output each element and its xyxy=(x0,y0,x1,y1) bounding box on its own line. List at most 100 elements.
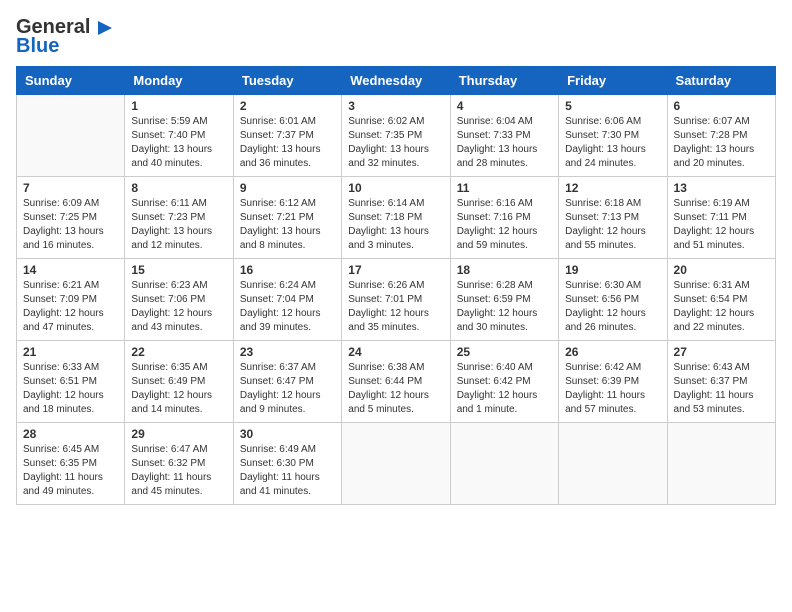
day-number: 14 xyxy=(23,263,118,277)
calendar-cell xyxy=(667,423,775,505)
day-number: 19 xyxy=(565,263,660,277)
day-info: Sunrise: 6:01 AM Sunset: 7:37 PM Dayligh… xyxy=(240,115,335,171)
day-info: Sunrise: 6:42 AM Sunset: 6:39 PM Dayligh… xyxy=(565,361,660,417)
col-header-thursday: Thursday xyxy=(450,67,558,95)
day-info: Sunrise: 6:40 AM Sunset: 6:42 PM Dayligh… xyxy=(457,361,552,417)
day-info: Sunrise: 6:18 AM Sunset: 7:13 PM Dayligh… xyxy=(565,197,660,253)
calendar-cell: 28 Sunrise: 6:45 AM Sunset: 6:35 PM Dayli… xyxy=(17,423,125,505)
col-header-friday: Friday xyxy=(559,67,667,95)
day-number: 21 xyxy=(23,345,118,359)
calendar-cell: 26 Sunrise: 6:42 AM Sunset: 6:39 PM Dayli… xyxy=(559,341,667,423)
day-number: 1 xyxy=(131,99,226,113)
day-info: Sunrise: 6:37 AM Sunset: 6:47 PM Dayligh… xyxy=(240,361,335,417)
day-number: 3 xyxy=(348,99,443,113)
day-number: 26 xyxy=(565,345,660,359)
calendar-cell: 10 Sunrise: 6:14 AM Sunset: 7:18 PM Dayli… xyxy=(342,177,450,259)
day-info: Sunrise: 6:47 AM Sunset: 6:32 PM Dayligh… xyxy=(131,443,226,499)
day-info: Sunrise: 6:35 AM Sunset: 6:49 PM Dayligh… xyxy=(131,361,226,417)
day-info: Sunrise: 6:04 AM Sunset: 7:33 PM Dayligh… xyxy=(457,115,552,171)
col-header-wednesday: Wednesday xyxy=(342,67,450,95)
day-number: 8 xyxy=(131,181,226,195)
day-number: 4 xyxy=(457,99,552,113)
day-number: 29 xyxy=(131,427,226,441)
calendar-cell: 21 Sunrise: 6:33 AM Sunset: 6:51 PM Dayli… xyxy=(17,341,125,423)
calendar-cell: 16 Sunrise: 6:24 AM Sunset: 7:04 PM Dayli… xyxy=(233,259,341,341)
day-number: 7 xyxy=(23,181,118,195)
day-info: Sunrise: 6:26 AM Sunset: 7:01 PM Dayligh… xyxy=(348,279,443,335)
day-info: Sunrise: 5:59 AM Sunset: 7:40 PM Dayligh… xyxy=(131,115,226,171)
day-info: Sunrise: 6:16 AM Sunset: 7:16 PM Dayligh… xyxy=(457,197,552,253)
calendar-cell: 13 Sunrise: 6:19 AM Sunset: 7:11 PM Dayli… xyxy=(667,177,775,259)
day-info: Sunrise: 6:49 AM Sunset: 6:30 PM Dayligh… xyxy=(240,443,335,499)
calendar-cell: 25 Sunrise: 6:40 AM Sunset: 6:42 PM Dayli… xyxy=(450,341,558,423)
day-info: Sunrise: 6:12 AM Sunset: 7:21 PM Dayligh… xyxy=(240,197,335,253)
calendar-cell: 7 Sunrise: 6:09 AM Sunset: 7:25 PM Daylig… xyxy=(17,177,125,259)
calendar-cell xyxy=(342,423,450,505)
calendar-cell: 22Sunrise: 6:35 AM Sunset: 6:49 PM Dayli… xyxy=(125,341,233,423)
calendar-cell: 30 Sunrise: 6:49 AM Sunset: 6:30 PM Dayli… xyxy=(233,423,341,505)
calendar-cell: 12 Sunrise: 6:18 AM Sunset: 7:13 PM Dayli… xyxy=(559,177,667,259)
day-number: 24 xyxy=(348,345,443,359)
calendar-cell xyxy=(559,423,667,505)
calendar-cell xyxy=(450,423,558,505)
day-number: 16 xyxy=(240,263,335,277)
day-info: Sunrise: 6:38 AM Sunset: 6:44 PM Dayligh… xyxy=(348,361,443,417)
day-info: Sunrise: 6:31 AM Sunset: 6:54 PM Dayligh… xyxy=(674,279,769,335)
calendar-cell: 17 Sunrise: 6:26 AM Sunset: 7:01 PM Dayli… xyxy=(342,259,450,341)
calendar-cell: 20 Sunrise: 6:31 AM Sunset: 6:54 PM Dayli… xyxy=(667,259,775,341)
day-info: Sunrise: 6:11 AM Sunset: 7:23 PM Dayligh… xyxy=(131,197,226,253)
day-number: 28 xyxy=(23,427,118,441)
calendar-cell: 2 Sunrise: 6:01 AM Sunset: 7:37 PM Daylig… xyxy=(233,95,341,177)
col-header-tuesday: Tuesday xyxy=(233,67,341,95)
day-number: 13 xyxy=(674,181,769,195)
day-number: 30 xyxy=(240,427,335,441)
logo-arrow-icon xyxy=(94,17,116,39)
day-info: Sunrise: 6:24 AM Sunset: 7:04 PM Dayligh… xyxy=(240,279,335,335)
calendar-cell: 9 Sunrise: 6:12 AM Sunset: 7:21 PM Daylig… xyxy=(233,177,341,259)
calendar-cell: 19 Sunrise: 6:30 AM Sunset: 6:56 PM Dayli… xyxy=(559,259,667,341)
day-number: 10 xyxy=(348,181,443,195)
day-number: 11 xyxy=(457,181,552,195)
calendar-cell: 18Sunrise: 6:28 AM Sunset: 6:59 PM Dayli… xyxy=(450,259,558,341)
day-info: Sunrise: 6:30 AM Sunset: 6:56 PM Dayligh… xyxy=(565,279,660,335)
day-info: Sunrise: 6:02 AM Sunset: 7:35 PM Dayligh… xyxy=(348,115,443,171)
calendar-cell: 15 Sunrise: 6:23 AM Sunset: 7:06 PM Dayli… xyxy=(125,259,233,341)
day-number: 23 xyxy=(240,345,335,359)
day-info: Sunrise: 6:14 AM Sunset: 7:18 PM Dayligh… xyxy=(348,197,443,253)
col-header-sunday: Sunday xyxy=(17,67,125,95)
day-number: 5 xyxy=(565,99,660,113)
day-info: Sunrise: 6:23 AM Sunset: 7:06 PM Dayligh… xyxy=(131,279,226,335)
day-number: 17 xyxy=(348,263,443,277)
day-number: 9 xyxy=(240,181,335,195)
day-number: 25 xyxy=(457,345,552,359)
calendar-cell: 11 Sunrise: 6:16 AM Sunset: 7:16 PM Dayli… xyxy=(450,177,558,259)
logo-blue-text: Blue xyxy=(16,35,59,58)
day-number: 20 xyxy=(674,263,769,277)
col-header-monday: Monday xyxy=(125,67,233,95)
calendar-cell: 23 Sunrise: 6:37 AM Sunset: 6:47 PM Dayli… xyxy=(233,341,341,423)
day-number: 2 xyxy=(240,99,335,113)
day-info: Sunrise: 6:06 AM Sunset: 7:30 PM Dayligh… xyxy=(565,115,660,171)
calendar-cell: 3 Sunrise: 6:02 AM Sunset: 7:35 PM Daylig… xyxy=(342,95,450,177)
day-info: Sunrise: 6:45 AM Sunset: 6:35 PM Dayligh… xyxy=(23,443,118,499)
day-number: 12 xyxy=(565,181,660,195)
day-info: Sunrise: 6:21 AM Sunset: 7:09 PM Dayligh… xyxy=(23,279,118,335)
day-info: Sunrise: 6:19 AM Sunset: 7:11 PM Dayligh… xyxy=(674,197,769,253)
day-info: Sunrise: 6:33 AM Sunset: 6:51 PM Dayligh… xyxy=(23,361,118,417)
calendar-cell: 4 Sunrise: 6:04 AM Sunset: 7:33 PM Daylig… xyxy=(450,95,558,177)
col-header-saturday: Saturday xyxy=(667,67,775,95)
day-info: Sunrise: 6:43 AM Sunset: 6:37 PM Dayligh… xyxy=(674,361,769,417)
calendar-table: SundayMondayTuesdayWednesdayThursdayFrid… xyxy=(16,66,776,505)
day-info: Sunrise: 6:09 AM Sunset: 7:25 PM Dayligh… xyxy=(23,197,118,253)
calendar-cell: 27Sunrise: 6:43 AM Sunset: 6:37 PM Dayli… xyxy=(667,341,775,423)
calendar-cell: 14 Sunrise: 6:21 AM Sunset: 7:09 PM Dayli… xyxy=(17,259,125,341)
calendar-cell: 5 Sunrise: 6:06 AM Sunset: 7:30 PM Daylig… xyxy=(559,95,667,177)
day-number: 6 xyxy=(674,99,769,113)
calendar-cell: 24 Sunrise: 6:38 AM Sunset: 6:44 PM Dayli… xyxy=(342,341,450,423)
calendar-cell: 6 Sunrise: 6:07 AM Sunset: 7:28 PM Daylig… xyxy=(667,95,775,177)
calendar-cell: 8 Sunrise: 6:11 AM Sunset: 7:23 PM Daylig… xyxy=(125,177,233,259)
calendar-cell: 1 Sunrise: 5:59 AM Sunset: 7:40 PM Daylig… xyxy=(125,95,233,177)
calendar-cell: 29 Sunrise: 6:47 AM Sunset: 6:32 PM Dayli… xyxy=(125,423,233,505)
day-info: Sunrise: 6:07 AM Sunset: 7:28 PM Dayligh… xyxy=(674,115,769,171)
day-number: 15 xyxy=(131,263,226,277)
